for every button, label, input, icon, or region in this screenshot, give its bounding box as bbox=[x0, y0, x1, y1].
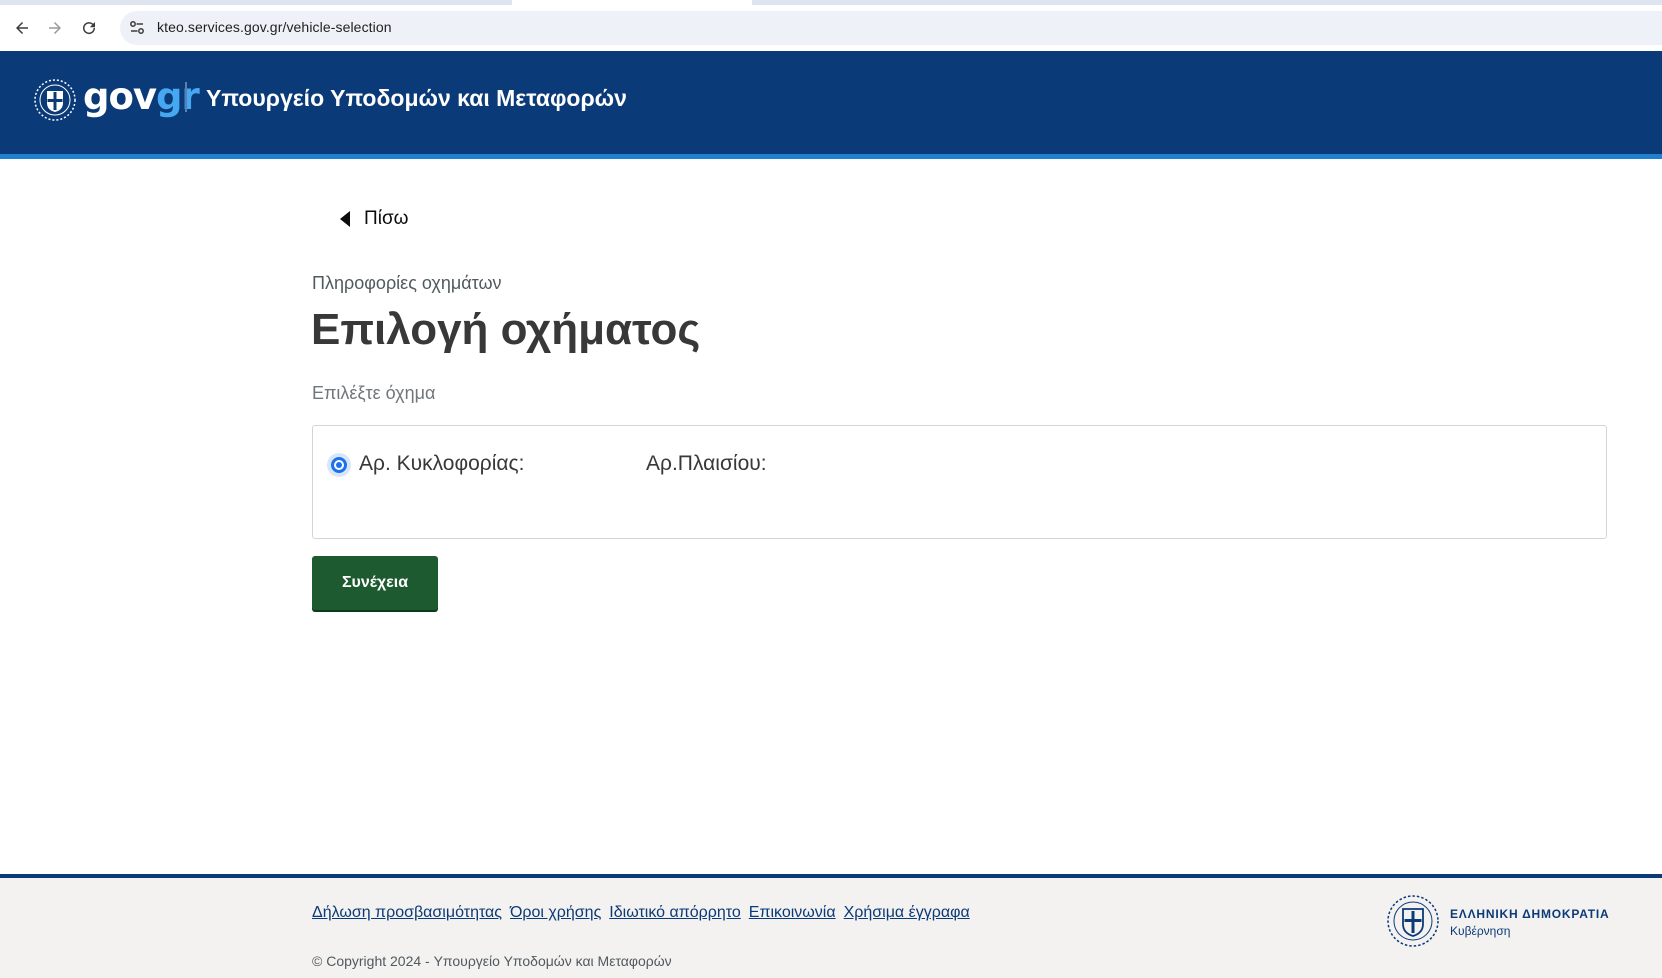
section-caption: Πληροφορίες οχημάτων bbox=[312, 273, 502, 293]
hellenic-republic-label: ΕΛΛΗΝΙΚΗ ΔΗΜΟΚΡΑΤΙΑ bbox=[1450, 907, 1610, 921]
footer-link-documents[interactable]: Χρήσιμα έγγραφα bbox=[844, 904, 970, 922]
back-triangle-icon bbox=[340, 211, 350, 227]
govgr-logo[interactable]: govgr bbox=[83, 73, 200, 121]
forward-arrow-icon[interactable] bbox=[43, 16, 67, 40]
footer-link-privacy[interactable]: Ιδιωτικό απόρρητο bbox=[609, 904, 740, 922]
footer-links: Δήλωση προσβασιμότητας Όροι χρήσης Ιδιωτ… bbox=[312, 904, 970, 922]
footer-link-contact[interactable]: Επικοινωνία bbox=[749, 904, 836, 922]
copyright-text: © Copyright 2024 - Υπουργείο Υποδομών κα… bbox=[312, 953, 672, 969]
browser-toolbar: kteo.services.gov.gr/vehicle-selection bbox=[0, 5, 1662, 52]
reload-icon[interactable] bbox=[77, 16, 101, 40]
vehicle-option-card[interactable]: Αρ. Κυκλοφορίας: Αρ.Πλαισίου: bbox=[312, 425, 1607, 539]
header-divider bbox=[185, 82, 187, 112]
selection-hint: Επιλέξτε όχημα bbox=[312, 383, 436, 403]
continue-button[interactable]: Συνέχεια bbox=[312, 556, 438, 610]
radio-selected-dot bbox=[336, 462, 342, 468]
back-arrow-icon[interactable] bbox=[10, 16, 34, 40]
vehicle-radio[interactable] bbox=[327, 453, 351, 477]
site-footer: Δήλωση προσβασιμότητας Όροι χρήσης Ιδιωτ… bbox=[0, 874, 1662, 978]
address-bar[interactable]: kteo.services.gov.gr/vehicle-selection bbox=[120, 11, 1662, 45]
plate-number-label: Αρ. Κυκλοφορίας: bbox=[359, 452, 525, 475]
footer-link-terms[interactable]: Όροι χρήσης bbox=[510, 904, 601, 922]
hellenic-republic-emblem-icon bbox=[1386, 894, 1440, 948]
site-header: govgr Υπουργείο Υποδομών και Μεταφορών bbox=[0, 51, 1662, 159]
chassis-number-label: Αρ.Πλαισίου: bbox=[646, 452, 767, 475]
url-text[interactable]: kteo.services.gov.gr/vehicle-selection bbox=[157, 19, 392, 35]
footer-link-accessibility[interactable]: Δήλωση προσβασιμότητας bbox=[312, 904, 502, 922]
ministry-title: Υπουργείο Υποδομών και Μεταφορών bbox=[206, 85, 627, 111]
site-info-icon[interactable] bbox=[128, 19, 146, 37]
back-link-label[interactable]: Πίσω bbox=[364, 208, 409, 230]
government-label: Κυβέρνηση bbox=[1450, 924, 1511, 938]
greek-emblem-icon bbox=[34, 79, 76, 121]
back-link[interactable]: Πίσω bbox=[340, 208, 409, 230]
page-title: Επιλογή οχήματος bbox=[311, 305, 701, 354]
